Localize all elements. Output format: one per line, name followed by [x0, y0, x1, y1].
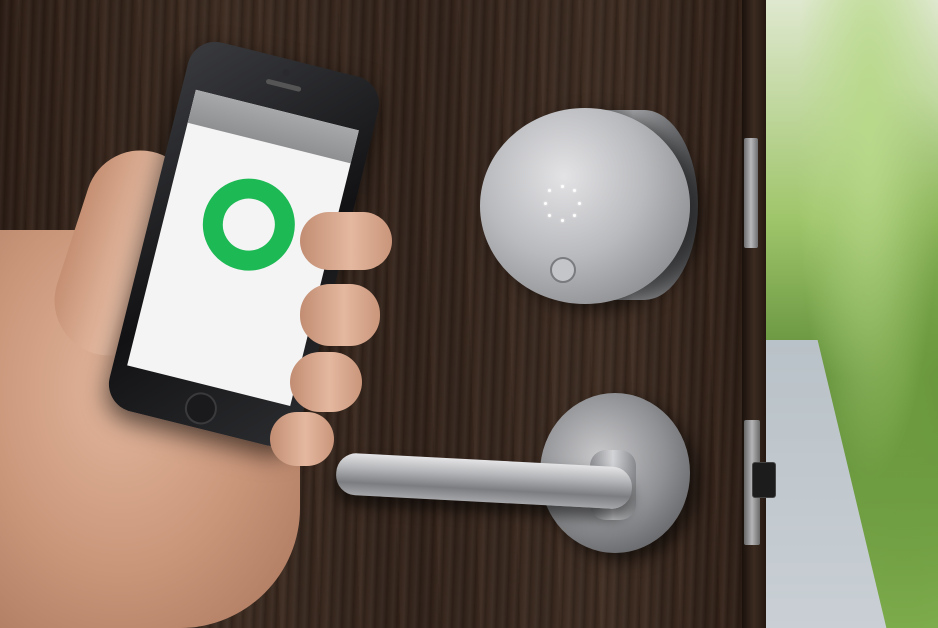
phone-speaker [265, 78, 302, 93]
finger-ring [290, 352, 362, 412]
lock-led [548, 189, 552, 193]
lock-logo-icon [550, 257, 576, 283]
app-header [187, 89, 359, 164]
lock-led [543, 201, 547, 205]
deadbolt-strike-plate [744, 138, 758, 248]
lock-led [560, 184, 564, 188]
finger-pinky [270, 412, 334, 466]
lock-led [560, 218, 564, 222]
smart-lock [480, 108, 690, 304]
app-footer-label [136, 330, 299, 371]
unlocked-ring-icon[interactable] [193, 168, 305, 281]
front-camera-icon [281, 68, 291, 77]
finger-middle [300, 284, 380, 346]
lock-led [548, 213, 552, 217]
lock-led [572, 213, 576, 217]
lock-led [572, 189, 576, 193]
lock-status-label [152, 266, 315, 307]
lock-led [577, 201, 581, 205]
photo-scene [0, 0, 938, 628]
finger-index [300, 212, 392, 270]
latch-bolt [752, 462, 776, 498]
home-button[interactable] [181, 389, 221, 428]
lock-led-indicator [542, 183, 582, 223]
